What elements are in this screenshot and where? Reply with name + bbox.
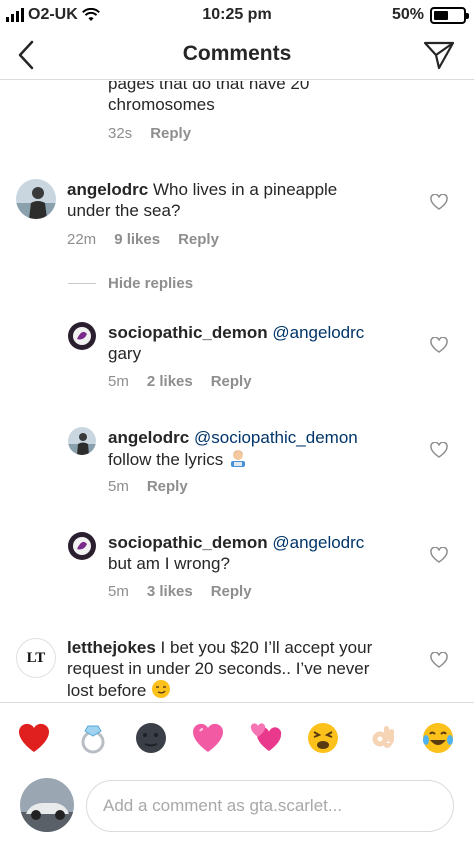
comments-feed[interactable]: pages that do that have 20 chromosomes 3… <box>0 81 474 701</box>
likes-count[interactable]: 9 likes <box>114 231 160 248</box>
username[interactable]: sociopathic_demon <box>108 533 268 552</box>
hide-replies-button[interactable]: Hide replies <box>68 275 193 292</box>
reply-button[interactable]: Reply <box>178 231 219 248</box>
brand-logo: LT <box>26 649 46 666</box>
comment-time: 5m <box>108 373 129 390</box>
reply-meta: 5m 3 likes Reply <box>108 583 252 600</box>
reply-button[interactable]: Reply <box>147 478 188 495</box>
reply-meta: 5m Reply <box>108 478 188 495</box>
mention-link[interactable]: @angelodrc <box>272 323 364 342</box>
avatar[interactable] <box>68 427 96 455</box>
comment-time: 32s <box>108 125 133 142</box>
share-button[interactable] <box>422 38 456 72</box>
battery-info: 50% <box>391 6 469 24</box>
mention-link[interactable]: @sociopathic_demon <box>194 428 358 447</box>
comment-composer <box>0 774 474 843</box>
comment-text: angelodrc Who lives in a pineapple under… <box>67 180 338 220</box>
paper-plane-icon <box>423 41 455 70</box>
like-heart-icon[interactable] <box>430 337 448 353</box>
comment-time: 5m <box>108 478 129 495</box>
ok-hand-icon[interactable] <box>365 721 399 755</box>
username[interactable]: angelodrc <box>108 428 189 447</box>
likes-count[interactable]: 2 likes <box>147 373 193 390</box>
revolving-hearts-icon[interactable] <box>249 721 283 755</box>
avatar[interactable] <box>20 778 74 832</box>
ring-icon[interactable] <box>76 721 110 755</box>
partial-comment-meta: 32s Reply <box>108 125 191 142</box>
comment-time: 5m <box>108 583 129 600</box>
reply-button[interactable]: Reply <box>150 125 191 142</box>
battery-fill <box>434 10 448 20</box>
comment-text: letthejokes I bet you $20 I’ll accept yo… <box>67 638 373 700</box>
comment-meta: 22m 9 likes Reply <box>67 231 219 248</box>
avatar[interactable] <box>16 179 56 219</box>
reply-button[interactable]: Reply <box>211 373 252 390</box>
avatar[interactable] <box>68 322 96 350</box>
avatar[interactable] <box>68 532 96 560</box>
avatar[interactable]: LT <box>16 638 56 678</box>
like-heart-icon[interactable] <box>430 194 448 210</box>
like-heart-icon[interactable] <box>430 547 448 563</box>
battery-percent: 50% <box>391 6 424 23</box>
username[interactable]: sociopathic_demon <box>108 323 268 342</box>
pink-heart-icon[interactable] <box>191 721 225 755</box>
comment-time: 22m <box>67 231 97 248</box>
man-technologist-emoji-icon <box>231 450 245 467</box>
reply-meta: 5m 2 likes Reply <box>108 373 252 390</box>
like-heart-icon[interactable] <box>430 652 448 668</box>
reply-text: sociopathic_demon @angelodrc but am I wr… <box>108 533 365 573</box>
reply-text: sociopathic_demon @angelodrc gary <box>108 323 365 363</box>
tired-face-icon[interactable] <box>306 721 340 755</box>
status-bar: O2-UK 10:25 pm 50% <box>0 0 474 30</box>
reply-text: angelodrc @sociopathic_demon follow the … <box>108 428 358 469</box>
username[interactable]: angelodrc <box>67 180 148 199</box>
username[interactable]: letthejokes <box>67 638 156 657</box>
new-moon-face-icon[interactable] <box>134 721 168 755</box>
tears-of-joy-icon[interactable] <box>421 721 455 755</box>
likes-count[interactable]: 3 likes <box>147 583 193 600</box>
reply-button[interactable]: Reply <box>211 583 252 600</box>
like-heart-icon[interactable] <box>430 442 448 458</box>
red-heart-icon[interactable] <box>17 721 51 755</box>
partial-comment-text: pages that do that have 20 chromosomes <box>108 81 310 114</box>
smirking-face-emoji-icon <box>152 680 171 698</box>
emoji-quick-bar <box>0 702 474 774</box>
comment-input[interactable] <box>86 780 454 832</box>
mention-link[interactable]: @angelodrc <box>272 533 364 552</box>
page-title: Comments <box>182 42 292 65</box>
header: Comments <box>0 30 474 80</box>
battery-icon <box>430 6 469 24</box>
